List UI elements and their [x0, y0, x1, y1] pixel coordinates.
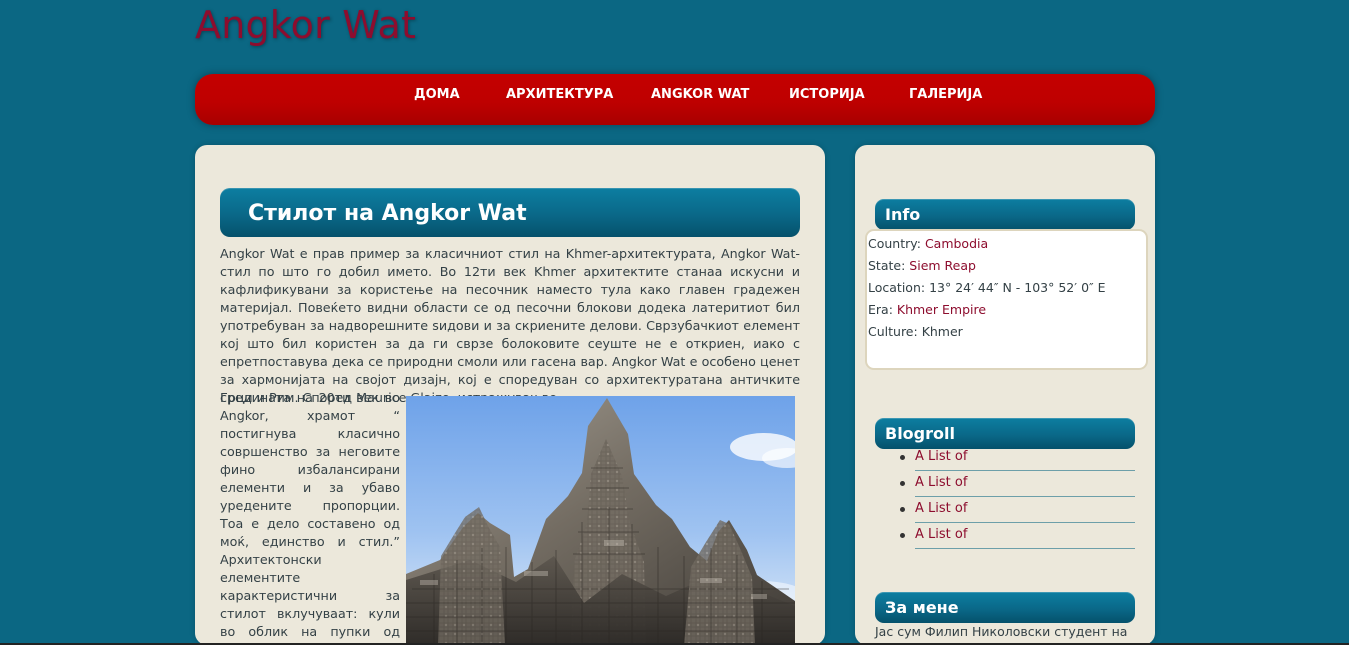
blogroll-link-3[interactable]: A List of: [915, 501, 967, 516]
bullet-icon: [900, 455, 905, 460]
info-label-culture: Culture:: [868, 324, 922, 339]
culture-value: Khmer: [921, 324, 963, 339]
nav-item-history[interactable]: ИСТОРИЈА: [789, 87, 865, 103]
bullet-icon: [900, 481, 905, 486]
blogroll-item: A List of: [875, 471, 1135, 497]
main-navigation: ДОМА АРХИТЕКТУРА ANGKOR WAT ИСТОРИЈА ГАЛ…: [195, 74, 1155, 125]
info-label-state: State:: [868, 258, 910, 273]
location-value: 13° 24′ 44″ N - 103° 52′ 0″ E: [929, 280, 1106, 295]
blogroll-link-1[interactable]: A List of: [915, 449, 967, 464]
blogroll-link-4[interactable]: A List of: [915, 527, 967, 542]
about-heading: За мене: [875, 592, 1135, 623]
article-title: Стилот на Angkor Wat: [220, 188, 800, 238]
bullet-icon: [900, 533, 905, 538]
angkor-wat-photo: [406, 396, 795, 645]
info-box: Country: Cambodia State: Siem Reap Locat…: [865, 229, 1148, 370]
article-side-text: средината на 20ти век во Angkor, храмот …: [220, 390, 400, 645]
nav-item-gallery[interactable]: ГАЛЕРИЈА: [909, 87, 982, 103]
info-row-country: Country: Cambodia: [868, 233, 1146, 255]
blogroll-link-2[interactable]: A List of: [915, 475, 967, 490]
nav-item-architecture[interactable]: АРХИТЕКТУРА: [506, 87, 613, 103]
main-content-panel: Стилот на Angkor Wat Angkor Wat е прав п…: [195, 145, 825, 645]
page: Angkor Wat ДОМА АРХИТЕКТУРА ANGKOR WAT И…: [0, 0, 1349, 645]
info-row-state: State: Siem Reap: [868, 255, 1146, 277]
site-title: Angkor Wat: [195, 3, 417, 47]
angkor-wat-temple-image: [406, 396, 795, 645]
article-intro-text: Angkor Wat е прав пример за класичниот с…: [220, 246, 800, 405]
info-row-location: Location: 13° 24′ 44″ N - 103° 52′ 0″ E: [868, 277, 1146, 299]
sidebar: Info Country: Cambodia State: Siem Reap …: [855, 145, 1155, 645]
blogroll-list: A List of A List of A List of A List of: [875, 445, 1135, 549]
blogroll-item: A List of: [875, 523, 1135, 549]
info-heading: Info: [875, 199, 1135, 230]
info-label-country: Country:: [868, 236, 925, 251]
info-label-era: Era:: [868, 302, 897, 317]
info-label-location: Location:: [868, 280, 930, 295]
info-row-era: Era: Khmer Empire: [868, 299, 1146, 321]
about-text: Јас сум Филип Николовски студент на: [875, 624, 1128, 639]
blogroll-item: A List of: [875, 445, 1135, 471]
nav-item-home[interactable]: ДОМА: [414, 87, 460, 103]
country-link[interactable]: Cambodia: [925, 236, 988, 251]
nav-item-angkor-wat[interactable]: ANGKOR WAT: [651, 87, 749, 103]
blogroll-item: A List of: [875, 497, 1135, 523]
state-link[interactable]: Siem Reap: [909, 258, 976, 273]
era-link[interactable]: Khmer Empire: [897, 302, 986, 317]
bullet-icon: [900, 507, 905, 512]
info-row-culture: Culture: Khmer: [868, 321, 1146, 343]
